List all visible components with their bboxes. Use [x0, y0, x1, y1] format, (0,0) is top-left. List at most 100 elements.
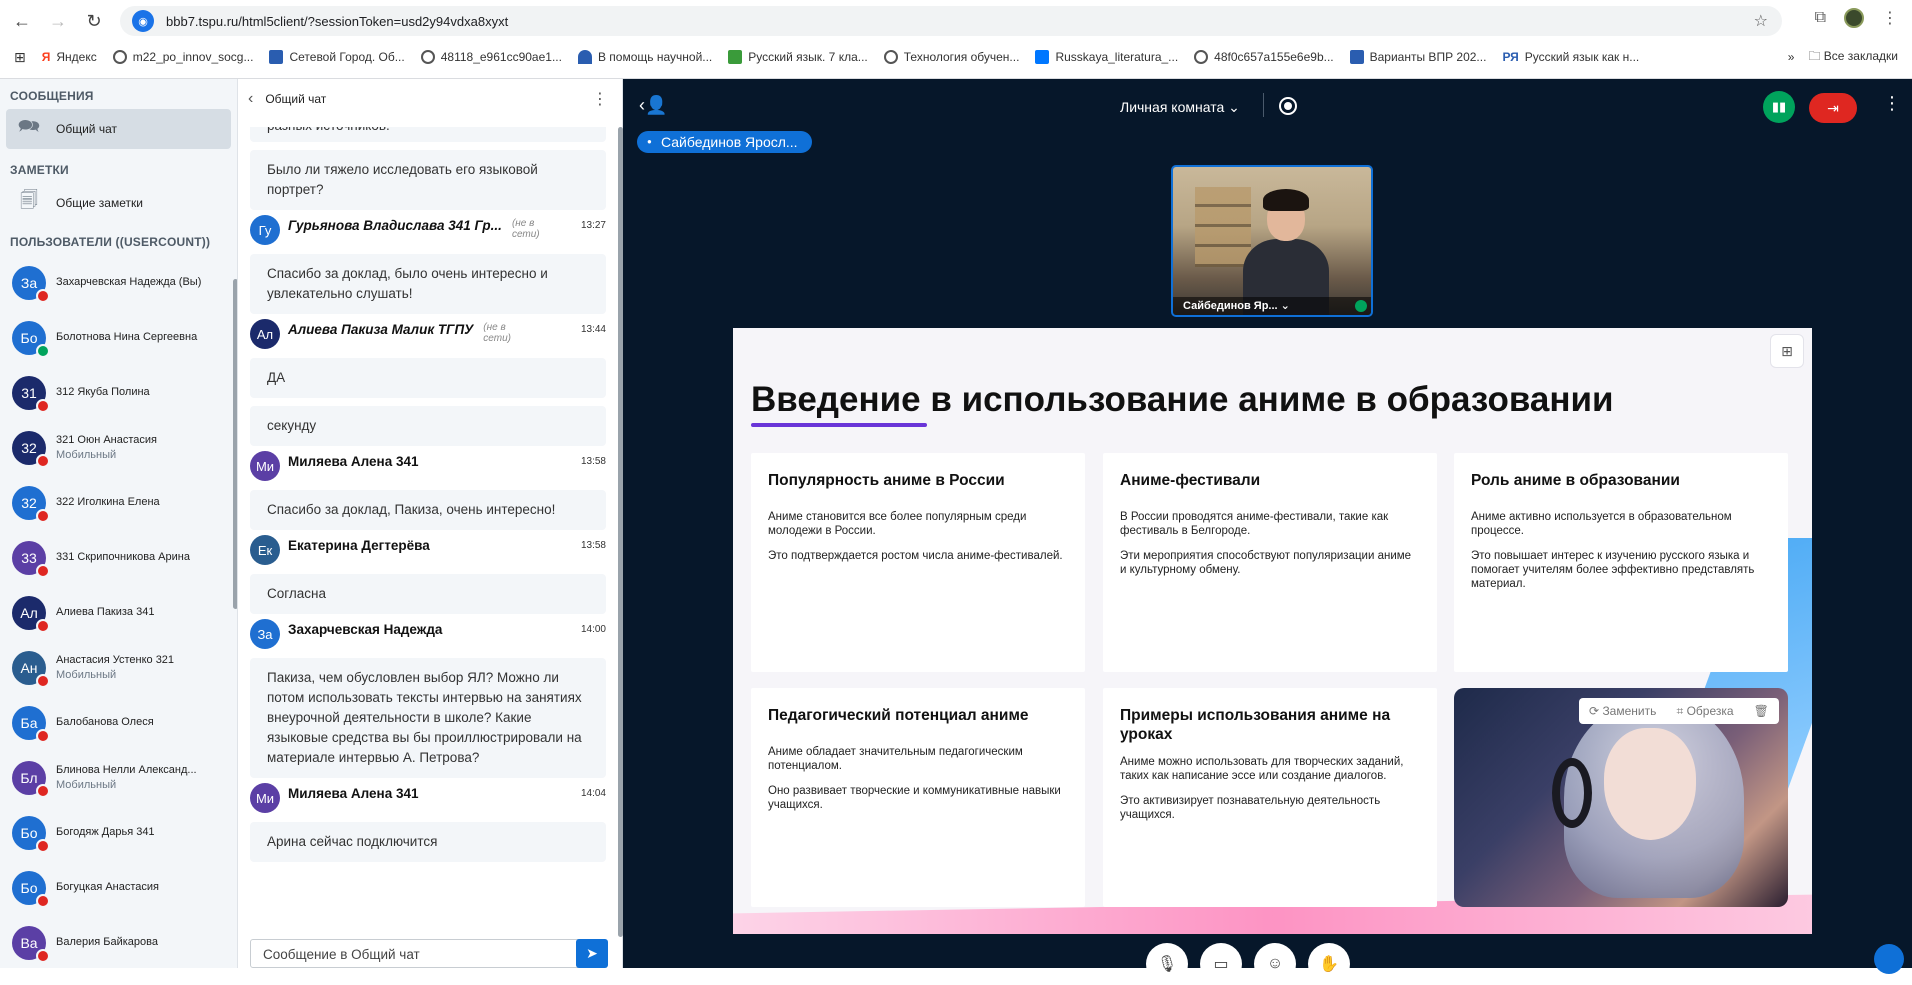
webcam-video[interactable]: Сайбединов Яр... ⌄	[1171, 165, 1373, 317]
user-name: 312 Якуба Полина	[56, 386, 150, 398]
message-list: разных источников. Было ли тяжело исслед…	[238, 127, 618, 909]
mic-on-icon	[1355, 300, 1367, 312]
send-icon[interactable]: ➤	[576, 939, 608, 968]
address-bar[interactable]: ◉ bbb7.tspu.ru/html5client/?sessionToken…	[120, 6, 1782, 36]
reload-icon[interactable]: ↻	[80, 7, 108, 35]
bookmark-item[interactable]: m22_po_innov_socg...	[112, 50, 253, 64]
user-list-item[interactable]: 33 331 Скрипочникова Арина	[0, 530, 237, 585]
url-text[interactable]: bbb7.tspu.ru/html5client/?sessionToken=u…	[166, 14, 508, 29]
webcam-username[interactable]: Сайбединов Яр... ⌄	[1173, 297, 1371, 315]
chat-panel: ‹ Общий чат ⋮ разных источников. Было ли…	[238, 79, 623, 968]
user-device: Мобильный	[56, 778, 117, 791]
presentation-options-icon[interactable]: ⊞	[1770, 334, 1804, 368]
profile-avatar[interactable]	[1844, 8, 1864, 28]
anime-illustration[interactable]: ⟳ Заменить ⌗ Обрезка 🗑	[1454, 688, 1788, 907]
site-info-icon[interactable]: ◉	[132, 10, 154, 32]
user-info: Захарчевская Надежда (Вы)	[56, 275, 201, 290]
public-chat-item[interactable]: 🗪 Общий чат	[6, 109, 231, 149]
chevron-double-right-icon[interactable]: »	[1788, 50, 1795, 64]
bookmark-item[interactable]: Русский язык. 7 кла...	[728, 50, 868, 64]
card-heading: Примеры использования аниме на уроках	[1120, 707, 1391, 743]
user-device: Мобильный	[56, 668, 117, 681]
illustration-face	[1604, 728, 1696, 840]
user-list-item[interactable]: Ба Балобанова Олеся	[0, 695, 237, 750]
bookmark-item[interactable]: Сетевой Город. Об...	[269, 50, 405, 64]
back-icon[interactable]: ←	[8, 7, 36, 35]
globe-icon	[112, 50, 127, 64]
raise-hand-icon[interactable]: ✋	[1308, 943, 1350, 985]
bookmark-item[interactable]: Russkaya_literatura_...	[1035, 50, 1178, 64]
replace-button[interactable]: ⟳ Заменить	[1589, 704, 1656, 718]
all-bookmarks[interactable]: 🗀 Все закладки	[1808, 47, 1898, 68]
user-list-item[interactable]: 32 321 Оюн Анастасия Мобильный	[0, 420, 237, 475]
message-input[interactable]: Сообщение в Общий чат	[250, 939, 600, 968]
presentation-slide: ⊞ Введение в использование аниме в образ…	[733, 328, 1812, 934]
chat-title[interactable]: Общий чат	[265, 92, 326, 106]
user-list-item[interactable]: За Захарчевская Надежда (Вы)	[0, 255, 237, 310]
person-hair	[1263, 189, 1309, 211]
yandex-icon: Я	[41, 50, 51, 64]
offline-status: (не в сети)	[511, 218, 540, 240]
bookmark-item[interactable]: Варианты ВПР 202...	[1349, 50, 1486, 64]
record-icon[interactable]	[1279, 97, 1297, 115]
image-toolbar: ⟳ Заменить ⌗ Обрезка 🗑	[1579, 698, 1779, 724]
bookmarks-right: » 🗀 Все закладки	[1788, 44, 1898, 70]
mic-muted-icon[interactable]: 🎙	[1146, 943, 1188, 985]
avatar: 33	[12, 540, 50, 578]
url-row: ← → ↻ ◉ bbb7.tspu.ru/html5client/?sessio…	[0, 0, 1912, 42]
more-options-icon[interactable]: ⋮	[592, 89, 608, 109]
user-list-item[interactable]: Бо Богуцкая Анастасия	[0, 860, 237, 915]
talking-indicator[interactable]: Сайбединов Яросл...	[637, 131, 812, 153]
room-selector[interactable]: Личная комната ⌄	[1120, 99, 1240, 116]
offline-status: (не в сети)	[483, 322, 511, 344]
bookmark-item[interactable]: В помощь научной...	[577, 50, 712, 64]
bookmark-star-icon[interactable]: ☆	[1754, 11, 1768, 31]
toggle-userlist-icon[interactable]: ‹👤	[639, 95, 667, 116]
camera-off-icon[interactable]: ▭	[1200, 943, 1242, 985]
user-list-item[interactable]: Бо Болотнова Нина Сергеевна	[0, 310, 237, 365]
globe-icon	[420, 50, 435, 64]
user-list-item[interactable]: 32 322 Иголкина Елена	[0, 475, 237, 530]
message-time: 14:04	[580, 788, 606, 799]
globe-icon	[1194, 50, 1209, 64]
user-list-item[interactable]: Ан Анастасия Устенко 321 Мобильный	[0, 640, 237, 695]
bookmark-item[interactable]: 48118_e961cc90ae1...	[420, 50, 562, 64]
forward-icon[interactable]: →	[44, 7, 72, 35]
user-list-item[interactable]: Ва Валерия Байкарова	[0, 915, 237, 968]
user-info: 321 Оюн Анастасия Мобильный	[56, 433, 157, 463]
avatar: Бо	[12, 870, 50, 908]
trash-icon[interactable]: 🗑	[1754, 704, 1769, 718]
card-text: Аниме становится все более популярным ср…	[768, 511, 1027, 537]
message-header: Гу Гурьянова Владислава 341 Гр... (не в се…	[250, 215, 606, 254]
avatar: Ва	[12, 925, 50, 963]
bookmark-item[interactable]: 48f0c657a155e6e9b...	[1194, 50, 1334, 64]
shared-notes-item[interactable]: 🗐 Общие заметки	[6, 183, 231, 223]
reactions-icon[interactable]: ☺	[1254, 943, 1296, 985]
bookmark-item[interactable]: Технология обучен...	[883, 50, 1019, 64]
apps-grid-icon[interactable]: ⊞	[14, 49, 26, 66]
card-text: В России проводятся аниме-фестивали, так…	[1120, 511, 1389, 537]
mic-muted-icon	[36, 783, 50, 798]
bookmark-item[interactable]: РЯ Русский язык как н...	[1502, 50, 1639, 64]
user-list-item[interactable]: Бо Богодяж Дарья 341	[0, 805, 237, 860]
notes-header: ЗАМЕТКИ	[10, 163, 69, 177]
user-list-item[interactable]: Бл Блинова Нелли Александ... Мобильный	[0, 750, 237, 805]
presentation-toggle-icon[interactable]	[1874, 944, 1904, 974]
browser-actions: ⧉ ⋮	[1815, 8, 1898, 28]
connection-status-icon[interactable]: ▮▮	[1763, 91, 1795, 123]
browser-menu-icon[interactable]: ⋮	[1882, 8, 1898, 28]
leave-session-button[interactable]: ⇥	[1809, 93, 1857, 123]
slide-card: Примеры использования аниме на уроках Ан…	[1103, 688, 1437, 907]
bookmark-item[interactable]: Я Яндекс	[42, 50, 97, 64]
user-list-item[interactable]: 31 312 Якуба Полина	[0, 365, 237, 420]
bookshelf	[1195, 187, 1251, 267]
avatar: Ми	[250, 451, 280, 481]
avatar: Гу	[250, 215, 280, 245]
extensions-icon[interactable]: ⧉	[1815, 9, 1826, 27]
crop-button[interactable]: ⌗ Обрезка	[1676, 704, 1733, 719]
chevron-left-icon[interactable]: ‹	[248, 90, 253, 108]
avatar: Бл	[12, 760, 50, 798]
mic-muted-icon	[36, 838, 50, 853]
user-list-item[interactable]: Ал Алиева Пакиза 341	[0, 585, 237, 640]
options-menu-icon[interactable]: ⋮	[1883, 93, 1901, 114]
